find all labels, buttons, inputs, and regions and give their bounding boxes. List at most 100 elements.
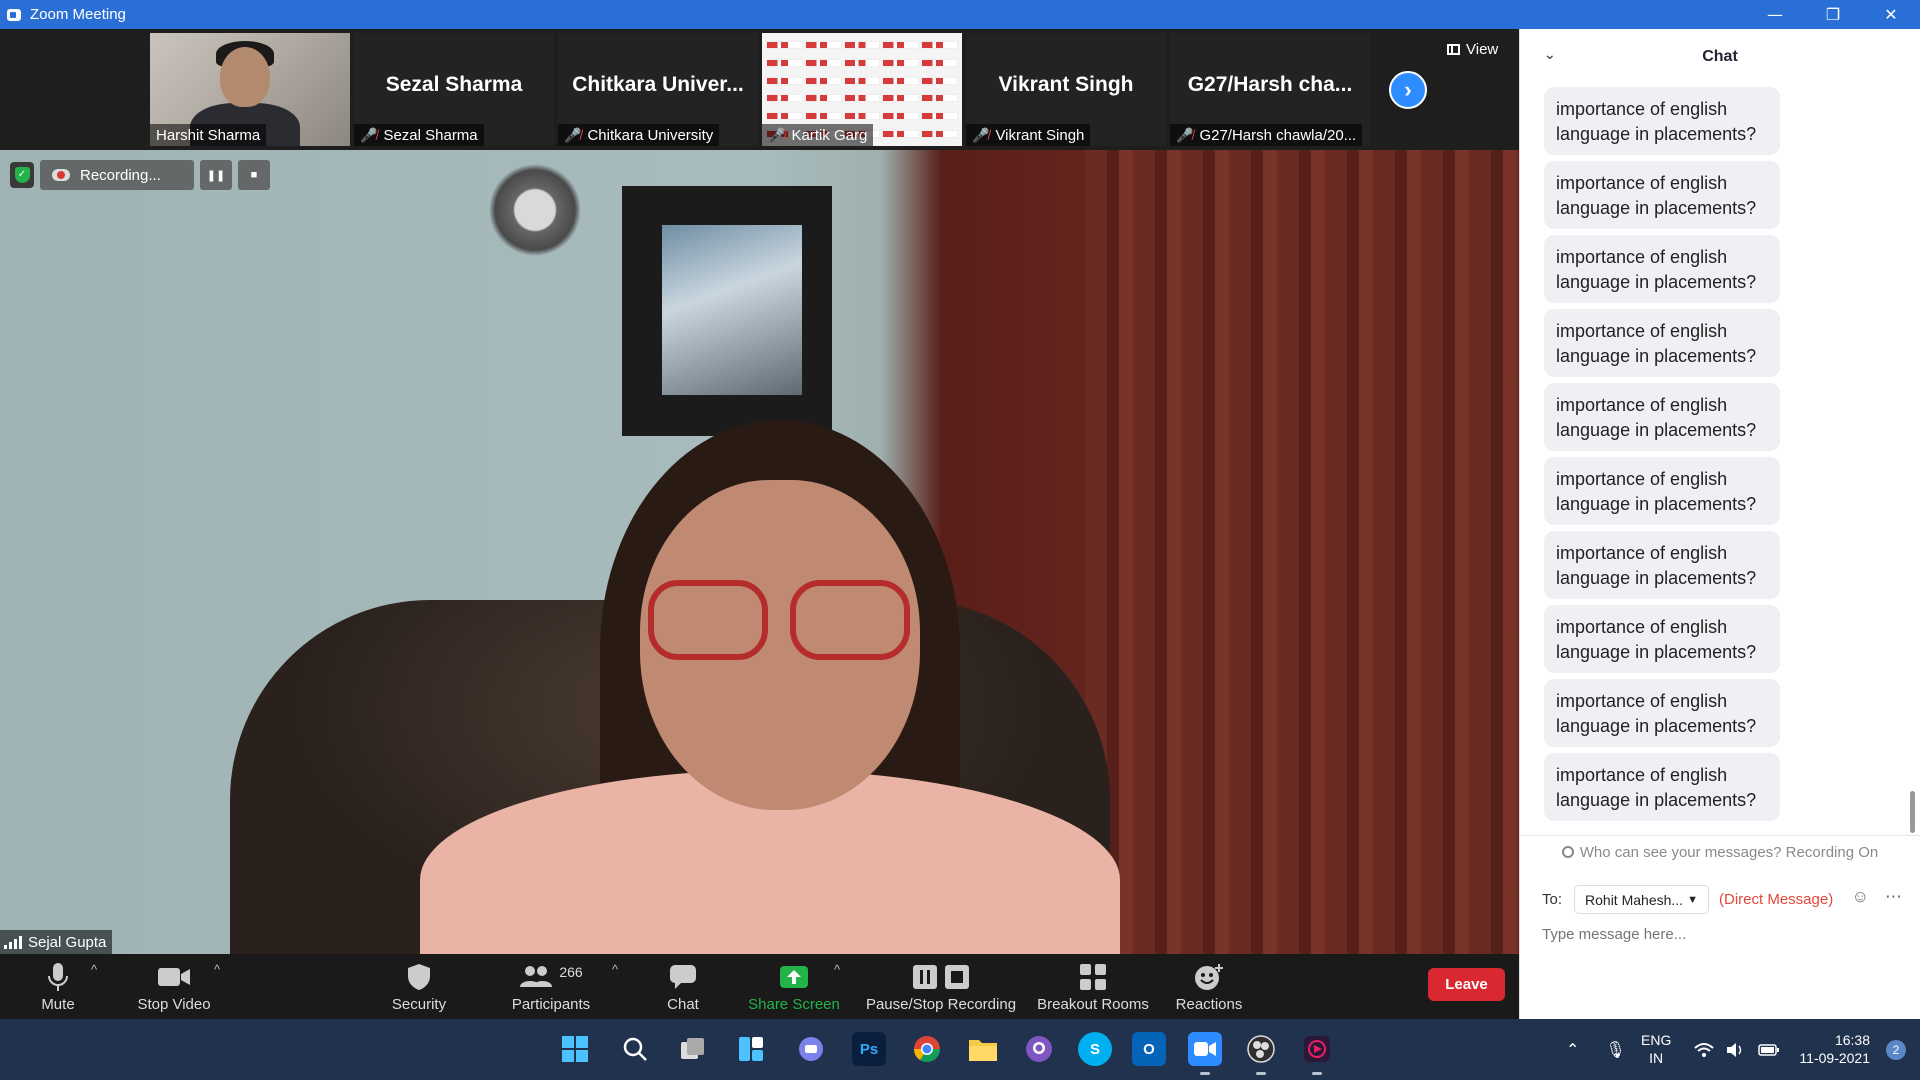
wifi-icon <box>1694 1042 1714 1057</box>
recipient-select[interactable]: Rohit Mahesh... ▼ <box>1574 885 1710 914</box>
participant-tile[interactable]: Sezal Sharma 🎤̸ Sezal Sharma <box>354 33 554 146</box>
mic-muted-icon: 🎤̸ <box>1176 126 1194 143</box>
participant-tile[interactable]: Chitkara Univer... 🎤̸ Chitkara Universit… <box>558 33 758 146</box>
zoom-app-icon <box>7 8 21 21</box>
leave-button[interactable]: Leave <box>1428 968 1505 1001</box>
participants-options-caret[interactable]: ^ <box>612 962 618 977</box>
task-view-icon[interactable] <box>676 1032 710 1066</box>
chat-message: importance of english language in placem… <box>1544 531 1780 599</box>
notification-badge[interactable]: 2 <box>1886 1040 1906 1060</box>
audio-options-caret[interactable]: ^ <box>91 962 97 977</box>
share-screen-icon <box>779 960 809 994</box>
mute-button[interactable]: Mute <box>38 954 78 1019</box>
outlook-icon[interactable]: O <box>1132 1032 1166 1066</box>
participant-name: Sezal Sharma <box>383 126 478 144</box>
obs-icon[interactable] <box>1244 1032 1278 1075</box>
participant-tile[interactable]: 🎤̸ Kartik Garg <box>762 33 962 146</box>
close-button[interactable]: ✕ <box>1862 0 1920 29</box>
windows-taskbar: Ps S O ⌃ 🎙 ENG IN 16:38 11-09-2021 2 <box>0 1019 1920 1080</box>
chevron-down-icon[interactable]: ⌄ <box>1544 47 1556 63</box>
participants-label: Participants <box>511 996 591 1013</box>
teams-chat-icon[interactable] <box>794 1032 828 1066</box>
security-label: Security <box>391 996 447 1013</box>
emoji-icon[interactable]: ☺ <box>1852 887 1869 907</box>
participant-tile[interactable]: G27/Harsh cha... 🎤̸ G27/Harsh chawla/20.… <box>1170 33 1370 146</box>
skype-icon[interactable]: S <box>1078 1032 1112 1066</box>
connection-signal-icon <box>4 935 22 949</box>
show-hidden-icons-chevron[interactable]: ⌃ <box>1566 1040 1579 1060</box>
running-indicator <box>1256 1072 1266 1075</box>
gallery-view-icon <box>1447 44 1460 55</box>
encryption-shield-icon[interactable]: ✓ <box>10 162 34 188</box>
chat-button[interactable]: Chat <box>662 954 704 1019</box>
stop-recording-button[interactable]: ■ <box>238 160 270 190</box>
participant-name: Vikrant Singh <box>995 126 1085 144</box>
direct-message-label: (Direct Message) <box>1719 891 1834 908</box>
chat-panel: ⌄ Chat importance of english language in… <box>1519 29 1920 1019</box>
participant-name-label: 🎤̸ Kartik Garg <box>762 124 874 146</box>
participant-name-label: 🎤̸ G27/Harsh chawla/20... <box>1170 124 1363 146</box>
pause-stop-recording-button[interactable]: Pause/Stop Recording <box>864 954 1018 1019</box>
video-options-caret[interactable]: ^ <box>214 962 220 977</box>
chat-title: Chat <box>1702 48 1738 65</box>
participant-display-name: Chitkara Univer... <box>572 73 744 96</box>
pause-recording-button[interactable]: ❚❚ <box>200 160 232 190</box>
recipient-row: To: Rohit Mahesh... ▼ (Direct Message) <box>1542 885 1833 914</box>
chrome-icon[interactable] <box>910 1032 944 1066</box>
system-clock[interactable]: 16:38 11-09-2021 <box>1799 1031 1870 1067</box>
reactions-button[interactable]: Reactions <box>1172 954 1246 1019</box>
window-title: Zoom Meeting <box>30 6 126 23</box>
participants-button[interactable]: 266 Participants <box>509 954 593 1019</box>
widgets-icon[interactable] <box>734 1032 768 1066</box>
meeting-toolbar: Mute ^ Stop Video ^ Security 266 Partici… <box>0 954 1519 1019</box>
chat-message: importance of english language in placem… <box>1544 383 1780 451</box>
mic-muted-icon: 🎤̸ <box>972 126 990 143</box>
running-indicator <box>1312 1072 1322 1075</box>
media-player-icon[interactable] <box>1300 1032 1334 1075</box>
share-screen-button[interactable]: Share Screen <box>748 954 840 1019</box>
microphone-icon <box>47 960 69 994</box>
chat-message-list[interactable]: importance of english language in placem… <box>1544 87 1884 827</box>
chat-message: importance of english language in placem… <box>1544 87 1780 155</box>
search-icon[interactable] <box>618 1032 652 1066</box>
next-page-button[interactable]: › <box>1389 71 1427 109</box>
participant-tile[interactable]: Harshit Sharma <box>150 33 350 146</box>
participant-name: Kartik Garg <box>791 126 868 144</box>
file-explorer-icon[interactable] <box>966 1032 1000 1066</box>
mic-muted-icon: 🎤̸ <box>360 126 378 143</box>
region-code: IN <box>1649 1050 1664 1066</box>
view-button[interactable]: View <box>1447 41 1498 58</box>
language-indicator[interactable]: ENG IN <box>1641 1031 1671 1067</box>
meeting-area: Harshit Sharma Sezal Sharma 🎤̸ Sezal Sha… <box>0 29 1519 954</box>
microphone-icon[interactable]: 🎙 <box>1605 1040 1625 1060</box>
breakout-rooms-icon <box>1079 960 1107 994</box>
chat-message: importance of english language in placem… <box>1544 161 1780 229</box>
visibility-notice[interactable]: Who can see your messages? Recording On <box>1520 835 1920 861</box>
zoom-icon[interactable] <box>1188 1032 1222 1075</box>
share-options-caret[interactable]: ^ <box>834 962 840 977</box>
github-icon[interactable] <box>1022 1032 1056 1066</box>
participant-tile[interactable]: Vikrant Singh 🎤̸ Vikrant Singh <box>966 33 1166 146</box>
chat-message: importance of english language in placem… <box>1544 679 1780 747</box>
more-options-icon[interactable]: ⋯ <box>1885 887 1902 907</box>
security-button[interactable]: Security <box>389 954 449 1019</box>
volume-icon <box>1727 1042 1742 1057</box>
recording-status-text: Recording... <box>80 166 161 184</box>
chat-scrollbar[interactable] <box>1910 791 1915 833</box>
participant-name-label: 🎤̸ Chitkara University <box>558 124 720 146</box>
stop-video-button[interactable]: Stop Video <box>134 954 214 1019</box>
recording-indicator: ✓ Recording... ❚❚ ■ <box>10 160 270 190</box>
photoshop-icon[interactable]: Ps <box>852 1032 886 1066</box>
restore-button[interactable]: ❐ <box>1804 0 1862 29</box>
message-input[interactable] <box>1542 921 1892 947</box>
speaker-glasses <box>648 580 768 660</box>
window-controls: — ❐ ✕ <box>1746 0 1920 29</box>
participant-face <box>220 47 270 107</box>
tray-status-icons[interactable] <box>1694 1019 1780 1080</box>
participant-name-label: 🎤̸ Sezal Sharma <box>354 124 484 146</box>
windows-start-icon[interactable] <box>558 1032 592 1066</box>
minimize-button[interactable]: — <box>1746 0 1804 29</box>
pause-stop-icon <box>912 960 970 994</box>
breakout-rooms-button[interactable]: Breakout Rooms <box>1034 954 1152 1019</box>
chat-bubble-icon <box>669 960 697 994</box>
